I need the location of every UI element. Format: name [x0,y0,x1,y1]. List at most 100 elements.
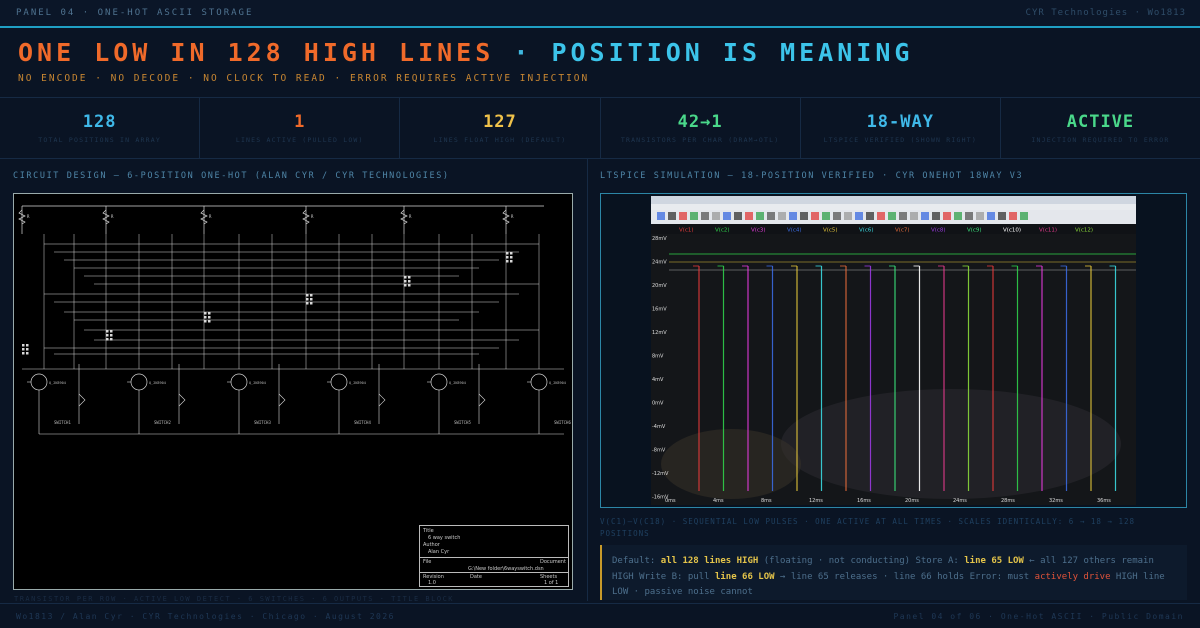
node-dot [22,348,25,351]
trace-label: V(c3) [751,228,766,234]
y-tick-label: -4mV [652,424,666,430]
y-tick-label: -12mV [652,471,669,477]
node-dot [208,316,211,319]
transistor-label: Q_2N3904 [49,381,66,385]
note-text: LOW · passive noise cannot [612,587,753,597]
y-tick-label: 4mV [652,377,664,383]
toolbar-icon [888,212,896,220]
y-tick-label: 8mV [652,354,664,360]
y-tick-label: -8mV [652,448,666,454]
top-bar: PANEL 04 · ONE-HOT ASCII STORAGE CYR Tec… [0,0,1200,28]
trace-label: V(c10) [1003,228,1021,234]
transistor-symbol [30,373,48,391]
trace-label: V(c9) [967,228,982,234]
transistor-symbol [330,373,348,391]
node-dot [506,260,509,263]
subtitle: NO ENCODE · NO DECODE · NO CLOCK TO READ… [18,73,590,84]
schematic-caption: TRANSISTOR PER ROW · ACTIVE LOW DETECT ·… [14,595,455,603]
stat-label: TRANSISTORS PER CHAR (DRAM→OTL) [620,136,780,144]
trace-label: V(c8) [931,228,946,234]
switch-label: SWITCH3 [254,420,271,425]
resistor-label: R [209,214,212,219]
node-dot [26,348,29,351]
note-text: (floating · not conducting) Store A: [758,556,965,566]
toolbar-icon [822,212,830,220]
toolbar-icon [734,212,742,220]
node-dot [310,302,313,305]
footer-credit: Wo1813 / Alan Cyr · CYR Technologies · C… [16,612,395,621]
transistor-symbol [130,373,148,391]
node-dot [408,280,411,283]
switch-label: SWITCH5 [454,420,471,425]
title-separator: · [494,38,552,67]
transistor-label: Q_2N3904 [449,381,466,385]
node-dot [404,284,407,287]
toolbar-icon [899,212,907,220]
toolbar-icon [668,212,676,220]
trace-label: V(c1) [679,228,694,234]
transistor-label: Q_2N3904 [349,381,366,385]
tb-title-value: 6 way switch [428,535,461,541]
panel-divider [587,159,588,601]
storage-notes: Default: all 128 lines HIGH (floating · … [600,545,1187,600]
transistor-label: Q_2N3904 [149,381,166,385]
background-smudge [781,389,1121,499]
stats-bar: 128 TOTAL POSITIONS IN ARRAY 1 LINES ACT… [0,97,1200,159]
toolbar-icon [932,212,940,220]
tb-rule [420,557,568,558]
stat-value: 1 [294,112,306,132]
node-dot [310,298,313,301]
waveform-svg: 28mV 24mV 20mV 16mV 12mV 8mV 4mV 0mV -4mV -8mV -12… [651,234,1136,505]
resistor-label: R [409,214,412,219]
x-tick-label: 32ms [1049,498,1063,504]
node-dot [110,330,113,333]
y-tick-label: 12mV [652,330,667,336]
toolbar-icon [943,212,951,220]
transistor-symbol [530,373,548,391]
toolbar-icon [756,212,764,220]
stat-value: ACTIVE [1066,112,1135,132]
toolbar-icon [921,212,929,220]
x-tick-label: 28ms [1001,498,1015,504]
toolbar-icon [866,212,874,220]
stat-label: LINES ACTIVE (PULLED LOW) [235,136,364,144]
trace-label: V(c12) [1075,228,1093,234]
x-tick-label: 24ms [953,498,967,504]
note-text: Default: [612,556,661,566]
background-smudge [661,429,801,499]
resistor-label: R [311,214,314,219]
node-dot [106,334,109,337]
node-dot [204,320,207,323]
node-dot [404,276,407,279]
stat-cell: 127 LINES FLOAT HIGH (DEFAULT) [400,98,601,158]
toolbar-icon [679,212,687,220]
tb-author-label: Author [423,542,440,548]
simulation-caption: V(C1)–V(C18) · SEQUENTIAL LOW PULSES · O… [600,517,1135,538]
node-dot [22,344,25,347]
node-dot [404,280,407,283]
trace-label: V(c5) [823,228,838,234]
stat-label: LINES FLOAT HIGH (DEFAULT) [433,136,567,144]
toolbar-icon [811,212,819,220]
transistor-symbol [430,373,448,391]
toolbar-icon [789,212,797,220]
node-dot [26,344,29,347]
ltspice-toolbar: V(c1) V(c2) V(c3) V(c4) V(c5) V(c6) V(c7) V(c8)… [651,196,1136,234]
switch-symbol [478,393,486,407]
page-title: ONE LOW IN 128 HIGH LINES · POSITION IS … [18,38,913,67]
switch-label: SWITCH2 [154,420,171,425]
title-block: Title 6 way switch Author Alan Cyr File … [419,525,569,587]
node-dot [106,330,109,333]
note-warning: actively drive [1034,571,1111,582]
toolbar-icon [833,212,841,220]
tb-revision-value: 1.0 [428,580,436,586]
node-dot [110,334,113,337]
ltspice-window: V(c1) V(c2) V(c3) V(c4) V(c5) V(c6) V(c7) V(c8)… [651,196,1136,505]
toolbar-icon [800,212,808,220]
menu-bar [651,204,1136,210]
toolbar-icon [965,212,973,220]
toolbar-icon [1020,212,1028,220]
node-dot [106,338,109,341]
x-tick-label: 4ms [713,498,724,504]
title-bar [651,196,1136,204]
